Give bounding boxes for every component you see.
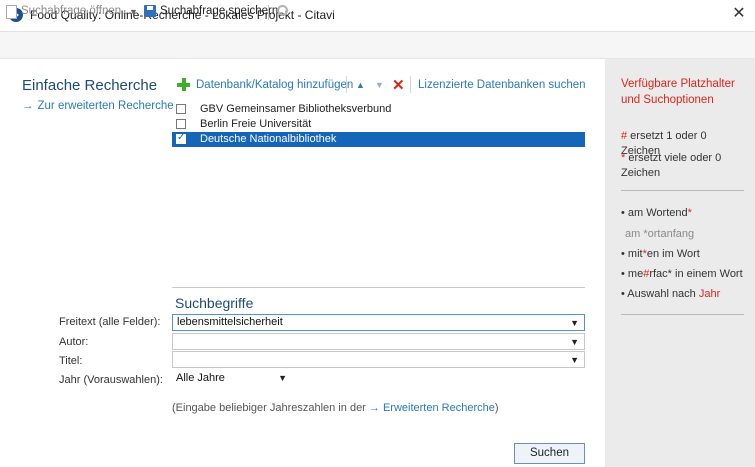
page-title: Einfache Recherche (22, 77, 158, 94)
help-panel-heading: Verfügbare Platzhalter und Suchoptionen (621, 78, 735, 106)
open-query-icon (6, 5, 17, 19)
star-description: ersetzt viele oder 0 Zeichen (621, 152, 722, 179)
example-text: Auswahl nach (624, 288, 699, 300)
move-down-icon[interactable]: ▼ (375, 80, 384, 90)
settings-icon[interactable] (277, 5, 288, 16)
freetext-input[interactable]: lebensmittelsicherheit ▼ (172, 314, 585, 331)
help-panel (605, 59, 755, 467)
chevron-down-icon[interactable]: ▼ (570, 337, 579, 347)
database-label: GBV Gemeinsamer Bibliotheksverbund (200, 103, 392, 115)
help-example: am *ortanfang (625, 227, 751, 242)
chevron-down-icon[interactable]: ▼ (570, 355, 579, 365)
toolbar-divider (268, 5, 269, 20)
database-checkbox[interactable] (176, 132, 186, 144)
add-database-button[interactable]: Datenbank/Katalog hinzufügen (196, 79, 353, 91)
close-button[interactable]: ✕ (728, 3, 750, 25)
hint-prefix: (Eingabe beliebiger Jahreszahlen in der (172, 402, 369, 414)
freetext-label: Freitext (alle Felder): (59, 316, 161, 328)
database-checkbox[interactable] (176, 119, 186, 129)
database-list-item[interactable]: Deutsche Nationalbibliothek (172, 132, 585, 147)
delete-icon[interactable]: ✕ (392, 76, 405, 94)
example-text: en im Wort (646, 248, 700, 260)
chevron-down-icon[interactable]: ▼ (570, 318, 579, 328)
database-list-item[interactable]: Berlin Freie Universität (172, 117, 585, 132)
search-terms-heading: Suchbegriffe (175, 295, 254, 311)
example-mark: * (687, 207, 692, 219)
help-wildcard-star: * ersetzt viele oder 0 Zeichen (621, 151, 747, 181)
help-example: • Auswahl nach Jahr (621, 287, 747, 302)
save-query-button[interactable]: Suchabfrage speichern (160, 5, 278, 17)
open-query-button[interactable]: Suchabfrage öffnen... (21, 5, 131, 17)
help-example: • mit*en im Wort (621, 247, 747, 262)
help-example: • am Wortend* (621, 206, 747, 221)
advanced-search-hint-link[interactable]: Erweiterten Recherche (383, 402, 495, 414)
example-text: am (625, 228, 644, 240)
db-toolbar-divider (410, 76, 411, 93)
licensed-databases-link[interactable]: Lizenzierte Datenbanken suchen (418, 79, 586, 91)
toolbar (0, 32, 755, 59)
database-label: Deutsche Nationalbibliothek (200, 133, 337, 145)
section-divider (172, 287, 585, 288)
title-input[interactable]: ▼ (172, 351, 585, 368)
hint-suffix: ) (494, 402, 499, 414)
database-list-item[interactable]: GBV Gemeinsamer Bibliotheksverbund (172, 102, 585, 117)
help-divider (621, 314, 744, 315)
freetext-value: lebensmittelsicherheit (177, 316, 283, 328)
year-select[interactable]: Alle Jahre ▼ (172, 370, 295, 387)
author-label: Autor: (59, 336, 89, 348)
example-text: ortanfang (647, 228, 695, 240)
chevron-down-icon[interactable]: ▼ (129, 7, 138, 17)
example-text: me (624, 268, 644, 280)
title-label: Titel: (59, 355, 83, 367)
arrow-right-icon[interactable]: → (369, 402, 380, 414)
advanced-search-link[interactable]: → Zur erweiterten Recherche (22, 100, 174, 112)
move-up-icon[interactable]: ▲ (356, 80, 365, 90)
year-label: Jahr (Vorauswahlen): (59, 374, 163, 386)
example-text: mit (624, 248, 643, 260)
help-divider (621, 190, 744, 191)
example-mark: Jahr (698, 288, 721, 300)
advanced-search-link-label: Zur erweiterten Recherche (37, 100, 174, 112)
author-input[interactable]: ▼ (172, 333, 585, 350)
example-text: am Wortend (624, 207, 688, 219)
database-label: Berlin Freie Universität (200, 118, 312, 130)
year-hint: (Eingabe beliebiger Jahreszahlen in der … (172, 402, 499, 414)
search-button[interactable]: Suchen (514, 443, 585, 464)
db-toolbar-divider (346, 76, 347, 93)
add-icon[interactable] (177, 78, 190, 91)
save-icon (144, 5, 156, 17)
year-value: Alle Jahre (176, 372, 225, 384)
example-text: rfac* in einem Wort (649, 268, 743, 280)
database-checkbox[interactable] (176, 104, 186, 114)
chevron-down-icon[interactable]: ▼ (278, 373, 287, 383)
help-example: • me#rfac* in einem Wort (621, 267, 747, 282)
arrow-right-icon: → (22, 100, 34, 112)
